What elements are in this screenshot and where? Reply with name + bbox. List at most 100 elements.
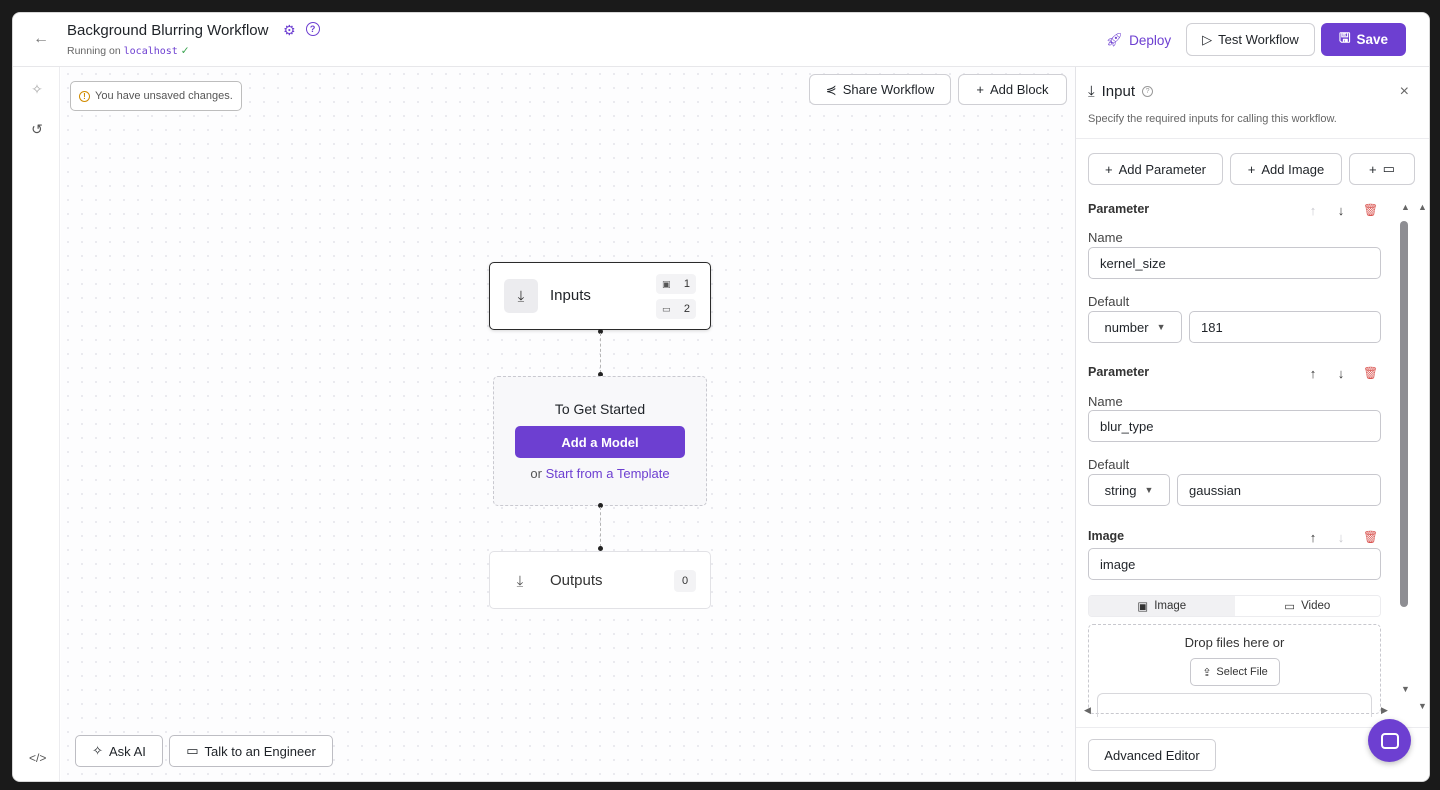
add-block-label: Add Block	[990, 82, 1049, 97]
outputs-node-label: Outputs	[550, 572, 603, 589]
test-workflow-button[interactable]: ▷ Test Workflow	[1186, 23, 1315, 56]
workflow-canvas[interactable]: ! You have unsaved changes. ⋞ Share Work…	[61, 67, 1075, 781]
image-icon: ▣	[1137, 601, 1149, 613]
running-status: Running on localhost ✓	[67, 45, 190, 57]
parameter-actions: ↑ ↓ 🗑︎	[1307, 366, 1378, 381]
default-value-input[interactable]: 181	[1189, 311, 1381, 343]
move-down-icon[interactable]: ↓	[1335, 203, 1347, 218]
save-button[interactable]: 🖫︎ Save	[1321, 23, 1406, 56]
select-file-button[interactable]: ⇪ Select File	[1190, 658, 1280, 686]
chevron-down-icon: ▼	[1144, 485, 1154, 495]
close-icon[interactable]: ×	[1400, 83, 1409, 101]
move-up-icon[interactable]: ↑	[1307, 366, 1319, 381]
outputs-count: 0	[674, 570, 696, 592]
history-icon[interactable]: ↺	[29, 121, 45, 137]
share-label: Share Workflow	[842, 82, 935, 97]
add-video-button[interactable]: + ▭	[1349, 153, 1415, 185]
add-block-button[interactable]: + Add Block	[958, 74, 1067, 105]
type-value: string	[1104, 482, 1137, 498]
trash-icon[interactable]: 🗑︎	[1363, 203, 1378, 218]
parameter-actions: ↑ ↓ 🗑︎	[1307, 203, 1378, 218]
scroll-up-icon[interactable]: ▲	[1401, 202, 1410, 212]
share-icon: ⋞	[825, 81, 837, 97]
code-icon[interactable]: </>	[29, 750, 46, 766]
scroll-right-icon[interactable]: ▶	[1381, 705, 1388, 716]
connector-line	[600, 507, 601, 547]
type-select[interactable]: string ▼	[1088, 474, 1170, 506]
panel-scroll-area[interactable]: + Add Parameter + Add Image + ▭ Paramete…	[1076, 139, 1429, 727]
help-icon[interactable]: ?	[1142, 86, 1154, 97]
scroll-down-icon[interactable]: ▼	[1401, 684, 1410, 694]
video-icon: ▭	[186, 743, 199, 758]
add-image-button[interactable]: + Add Image	[1230, 153, 1342, 185]
deploy-label: Deploy	[1129, 32, 1172, 48]
inputs-node[interactable]: ⤓ Inputs ▣ 1 ▭ 2	[489, 262, 711, 330]
plus-icon: +	[1104, 161, 1113, 177]
tab-image[interactable]: ▣ Image	[1089, 596, 1235, 616]
parameter-icon: ▭	[662, 303, 671, 314]
name-label: Name	[1088, 394, 1123, 409]
chat-support-button[interactable]	[1368, 719, 1411, 762]
outputs-node[interactable]: ⤓ Outputs 0	[489, 551, 711, 609]
ask-ai-label: Ask AI	[109, 743, 146, 759]
parameter-section-title: Parameter	[1088, 202, 1150, 216]
sparkle-icon: ✧	[92, 743, 104, 758]
title-icons: ⚙ ?	[283, 22, 320, 38]
deploy-button[interactable]: 🚀︎ Deploy	[1106, 27, 1171, 53]
download-icon: ⤓	[1088, 83, 1095, 100]
input-panel: ⤓ Input ? × Specify the required inputs …	[1075, 67, 1429, 781]
talk-engineer-button[interactable]: ▭ Talk to an Engineer	[169, 735, 333, 767]
add-parameter-button[interactable]: + Add Parameter	[1088, 153, 1223, 185]
image-count: 1	[683, 278, 690, 290]
top-bar: ← Background Blurring Workflow ⚙ ? Runni…	[13, 13, 1429, 67]
left-rail: ✧ ↺ </>	[13, 67, 60, 781]
plus-icon: +	[1247, 161, 1256, 177]
vertical-scrollbar[interactable]	[1400, 221, 1408, 607]
param-name-input[interactable]: kernel_size	[1088, 247, 1381, 279]
type-select[interactable]: number ▼	[1088, 311, 1182, 343]
back-arrow-icon[interactable]: ←	[33, 30, 51, 48]
unsaved-text: You have unsaved changes.	[95, 90, 233, 102]
trash-icon[interactable]: 🗑︎	[1363, 530, 1378, 545]
add-parameter-label: Add Parameter	[1118, 161, 1207, 177]
file-drop-zone[interactable]: Drop files here or ⇪ Select File	[1088, 624, 1381, 717]
trash-icon[interactable]: 🗑︎	[1363, 366, 1378, 381]
ask-ai-button[interactable]: ✧ Ask AI	[75, 735, 163, 767]
warning-icon: !	[79, 90, 90, 102]
play-icon: ▷	[1202, 31, 1213, 47]
floppy-icon: 🖫︎	[1338, 30, 1351, 45]
add-model-button[interactable]: Add a Model	[515, 426, 685, 458]
name-label: Name	[1088, 230, 1123, 245]
talk-engineer-label: Talk to an Engineer	[204, 743, 316, 759]
save-label: Save	[1356, 32, 1389, 47]
workflow-title: Background Blurring Workflow	[67, 22, 269, 39]
move-down-icon[interactable]: ↓	[1335, 530, 1347, 545]
file-preview-area	[1097, 693, 1372, 717]
scroll-down-icon[interactable]: ▼	[1418, 701, 1427, 711]
parameter-section-title: Parameter	[1088, 365, 1150, 379]
default-value-input[interactable]: gaussian	[1177, 474, 1381, 506]
sparkle-icon[interactable]: ✧	[29, 81, 45, 97]
move-down-icon[interactable]: ↓	[1335, 366, 1347, 381]
param-count-chip: ▭ 2	[656, 299, 696, 319]
help-icon[interactable]: ?	[305, 22, 320, 36]
video-icon: ▭	[1382, 161, 1395, 176]
advanced-editor-button[interactable]: Advanced Editor	[1088, 739, 1216, 771]
tab-video-label: Video	[1301, 600, 1331, 612]
param-name-input[interactable]: blur_type	[1088, 410, 1381, 442]
tab-video[interactable]: ▭ Video	[1234, 596, 1380, 616]
scroll-up-icon[interactable]: ▲	[1418, 202, 1427, 212]
default-label: Default	[1088, 457, 1130, 472]
scroll-left-icon[interactable]: ◀	[1084, 705, 1091, 716]
download-icon: ⤓	[504, 279, 538, 313]
settings-gear-icon[interactable]: ⚙	[283, 22, 296, 38]
inputs-node-label: Inputs	[550, 287, 591, 304]
move-up-icon[interactable]: ↑	[1307, 203, 1319, 218]
move-up-icon[interactable]: ↑	[1307, 530, 1319, 545]
panel-title-text: Input	[1101, 83, 1136, 100]
chat-icon	[1380, 732, 1399, 749]
app-window: ← Background Blurring Workflow ⚙ ? Runni…	[12, 12, 1430, 782]
start-template-link[interactable]: Start from a Template	[546, 466, 670, 481]
share-workflow-button[interactable]: ⋞ Share Workflow	[809, 74, 951, 105]
image-name-input[interactable]: image	[1088, 548, 1381, 580]
